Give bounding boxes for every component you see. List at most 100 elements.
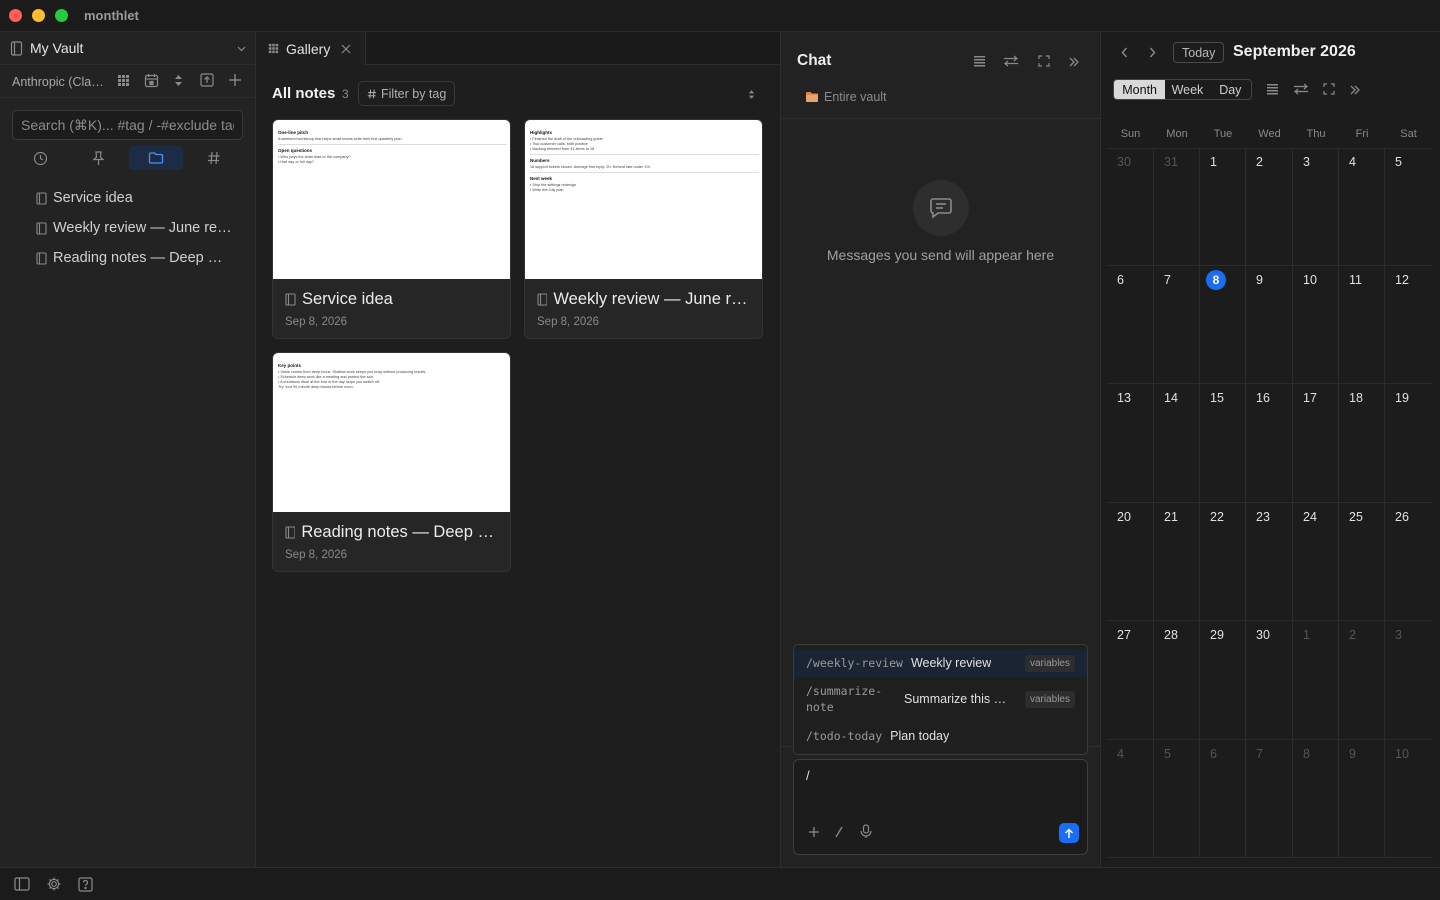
view-month[interactable]: Month: [1114, 80, 1166, 99]
chat-input[interactable]: /: [793, 759, 1088, 855]
calendar-day[interactable]: 5: [1154, 740, 1200, 858]
calendar-day[interactable]: 14: [1154, 384, 1200, 503]
calendar-day-today[interactable]: 8: [1200, 266, 1246, 384]
calendar-day[interactable]: 26: [1385, 503, 1432, 621]
note-icon: [36, 221, 47, 235]
close-window-button[interactable]: [9, 9, 22, 22]
gear-icon[interactable]: [46, 876, 62, 892]
calendar-icon[interactable]: [144, 73, 159, 88]
file-item[interactable]: Service idea: [36, 187, 133, 209]
chat-scope[interactable]: Entire vault: [805, 90, 887, 104]
gallery-view-icon[interactable]: [117, 74, 130, 87]
zoom-window-button[interactable]: [55, 9, 68, 22]
calendar-day[interactable]: 7: [1154, 266, 1200, 384]
calendar-day[interactable]: 15: [1200, 384, 1246, 503]
tab-recent[interactable]: [13, 146, 67, 170]
account-selector[interactable]: Anthropic (Claude): [12, 75, 104, 89]
file-item[interactable]: Reading notes — Deep Work: [36, 247, 233, 269]
calendar-day[interactable]: 2: [1246, 148, 1293, 266]
new-note-icon[interactable]: [228, 73, 242, 87]
calendar-day[interactable]: 11: [1339, 266, 1385, 384]
calendar-day[interactable]: 30: [1107, 148, 1154, 266]
view-day[interactable]: Day: [1210, 80, 1251, 99]
microphone-icon[interactable]: [860, 824, 872, 839]
tab-gallery[interactable]: Gallery: [256, 32, 366, 65]
calendar-day[interactable]: 1: [1293, 621, 1339, 740]
tab-tags[interactable]: [187, 146, 241, 170]
calendar-day[interactable]: 10: [1293, 266, 1339, 384]
close-tab-icon[interactable]: [341, 44, 351, 54]
toggle-sidebar-icon[interactable]: [14, 877, 30, 891]
collapse-panel-icon[interactable]: [1350, 85, 1360, 95]
calendar-day[interactable]: 3: [1385, 621, 1432, 740]
calendar-day[interactable]: 5: [1385, 148, 1432, 266]
search-input[interactable]: [12, 110, 243, 140]
calendar-day[interactable]: 20: [1107, 503, 1154, 621]
calendar-day[interactable]: 31: [1154, 148, 1200, 266]
swap-icon[interactable]: [1003, 55, 1019, 67]
day-number: 5: [1164, 747, 1171, 761]
expand-icon[interactable]: [1038, 55, 1050, 67]
calendar-day[interactable]: 6: [1200, 740, 1246, 858]
note-card[interactable]: Key points • Value comes from deep focus.…: [272, 352, 511, 572]
calendar-day[interactable]: 27: [1107, 621, 1154, 740]
add-attachment-icon[interactable]: [808, 826, 820, 838]
calendar-day[interactable]: 4: [1339, 148, 1385, 266]
calendar-day[interactable]: 19: [1385, 384, 1432, 503]
command-item[interactable]: /summarize-note Summarize this note vari…: [794, 681, 1087, 717]
next-month-icon[interactable]: [1149, 47, 1156, 58]
calendar-day[interactable]: 23: [1246, 503, 1293, 621]
calendar-day[interactable]: 4: [1107, 740, 1154, 858]
vault-switcher[interactable]: My Vault: [0, 32, 255, 65]
calendar-day[interactable]: 13: [1107, 384, 1154, 503]
calendar-day[interactable]: 3: [1293, 148, 1339, 266]
calendar-day[interactable]: 9: [1339, 740, 1385, 858]
calendar-day[interactable]: 29: [1200, 621, 1246, 740]
tab-pinned[interactable]: [71, 146, 125, 170]
file-item[interactable]: Weekly review — June recap: [36, 217, 233, 239]
previous-month-icon[interactable]: [1121, 47, 1128, 58]
import-icon[interactable]: [200, 73, 214, 87]
calendar-day[interactable]: 10: [1385, 740, 1432, 858]
sort-icon[interactable]: [748, 89, 755, 100]
send-button[interactable]: [1059, 823, 1079, 843]
note-card[interactable]: Highlights • Finished the draft of the on…: [524, 119, 763, 339]
calendar-day[interactable]: 12: [1385, 266, 1432, 384]
minimize-window-button[interactable]: [32, 9, 45, 22]
command-item[interactable]: /weekly-review Weekly review variables: [794, 649, 1087, 677]
command-item[interactable]: /todo-today Plan today: [794, 723, 1087, 749]
expand-icon[interactable]: [1323, 83, 1335, 95]
calendar-day[interactable]: 17: [1293, 384, 1339, 503]
calendar-day[interactable]: 21: [1154, 503, 1200, 621]
calendar-day[interactable]: 6: [1107, 266, 1154, 384]
today-button[interactable]: Today: [1173, 42, 1225, 63]
swap-icon[interactable]: [1293, 83, 1309, 95]
note-card[interactable]: One-line pitch A weekend workshop that he…: [272, 119, 511, 339]
calendar-day[interactable]: 16: [1246, 384, 1293, 503]
view-week[interactable]: Week: [1165, 80, 1209, 99]
chat-input-value: /: [806, 768, 810, 783]
calendar-day[interactable]: 22: [1200, 503, 1246, 621]
calendar-day[interactable]: 9: [1246, 266, 1293, 384]
calendar-day[interactable]: 18: [1339, 384, 1385, 503]
filter-by-tag-button[interactable]: Filter by tag: [358, 81, 456, 106]
history-list-icon[interactable]: [973, 55, 986, 67]
calendar-day[interactable]: 30: [1246, 621, 1293, 740]
calendar-day[interactable]: 24: [1293, 503, 1339, 621]
calendar-day[interactable]: 2: [1339, 621, 1385, 740]
note-icon: [285, 293, 296, 306]
calendar-day[interactable]: 28: [1154, 621, 1200, 740]
sort-icon[interactable]: [174, 74, 183, 87]
calendar-day[interactable]: 25: [1339, 503, 1385, 621]
command-badge: variables: [1024, 654, 1075, 672]
collapse-panel-icon[interactable]: [1069, 57, 1079, 67]
calendar-day[interactable]: 1: [1200, 148, 1246, 266]
tab-folders[interactable]: [129, 146, 183, 170]
help-icon[interactable]: [78, 877, 93, 892]
calendar-day[interactable]: 8: [1293, 740, 1339, 858]
vault-name: My Vault: [30, 40, 84, 56]
chat-pane: Chat Entire vault Messages you send will…: [781, 32, 1101, 867]
calendar-day[interactable]: 7: [1246, 740, 1293, 858]
list-view-icon[interactable]: [1266, 83, 1279, 95]
slash-command-icon[interactable]: [834, 826, 844, 838]
